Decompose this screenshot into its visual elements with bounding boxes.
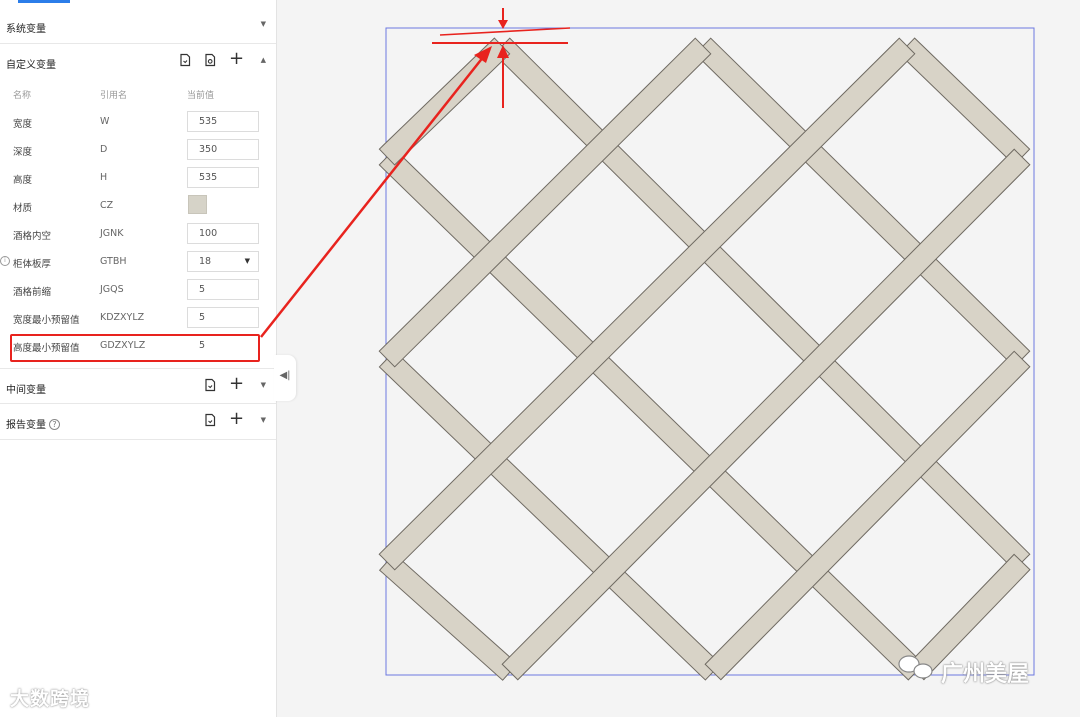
section-custom-variables[interactable]: 自定义变量 + ▲	[0, 44, 276, 80]
add-variable-button[interactable]: +	[229, 375, 244, 393]
variable-ref: H	[100, 172, 108, 183]
annotation-arrowhead	[498, 20, 508, 29]
variable-name: 材质	[13, 203, 33, 214]
variable-ref: JGQS	[100, 284, 124, 295]
column-header-value: 当前值	[187, 91, 215, 101]
lattice-strip	[898, 37, 1031, 166]
variable-row-min-width-reserve: 宽度最小预留值 KDZXYLZ 5	[0, 304, 276, 332]
variable-name: 宽度	[13, 119, 33, 130]
bounding-box	[385, 27, 1035, 676]
section-title: 系统变量	[6, 24, 46, 35]
section-title: 中间变量	[6, 385, 46, 396]
variable-name: 酒格内空	[13, 231, 52, 242]
chevron-up-icon[interactable]: ▲	[261, 56, 266, 64]
chevron-down-icon[interactable]: ▼	[261, 416, 266, 424]
variable-ref: GTBH	[100, 256, 127, 267]
import-icon[interactable]	[203, 413, 217, 427]
annotation-highlight-box	[10, 334, 260, 362]
watermark-right: 广州美屋	[941, 662, 1030, 687]
active-tab-indicator	[18, 0, 70, 3]
lattice-strip	[493, 37, 1031, 571]
variable-value-input[interactable]: 5	[187, 279, 259, 300]
variable-row-board-thickness: i 柜体板厚 GTBH 18 ▼	[0, 248, 276, 276]
section-system-variables[interactable]: 系统变量 ▼	[0, 8, 276, 44]
annotation-line	[439, 27, 571, 36]
section-middle-variables[interactable]: 中间变量 + ▼	[0, 368, 276, 404]
import-icon[interactable]	[203, 378, 217, 392]
lattice-strip	[694, 37, 1031, 368]
variable-row-inner-space: 酒格内空 JGNK 100	[0, 220, 276, 248]
lattice-strip	[378, 148, 925, 681]
watermark-left: 大数跨境	[10, 688, 91, 710]
info-icon[interactable]: i	[0, 256, 10, 266]
variable-name: 酒格前缩	[13, 287, 52, 298]
variable-value-select[interactable]: 18 ▼	[187, 251, 259, 272]
import-icon[interactable]	[178, 53, 192, 67]
annotation-arrowhead	[497, 45, 509, 58]
chevron-down-icon[interactable]: ▼	[261, 381, 266, 389]
variable-row-height: 高度 H 535	[0, 164, 276, 192]
lattice-strip	[378, 553, 519, 681]
variable-ref: D	[100, 144, 108, 155]
lattice-strip	[378, 37, 511, 166]
section-title: 报告变量?	[6, 416, 60, 431]
variable-row-front-inset: 酒格前缩 JGQS 5	[0, 276, 276, 304]
variable-value-input[interactable]: 5	[187, 307, 259, 328]
variable-value-input[interactable]: 535	[187, 111, 259, 132]
annotation-arrows	[260, 8, 571, 338]
variable-ref: KDZXYLZ	[100, 312, 145, 323]
lattice-strip	[378, 350, 722, 681]
variable-ref: CZ	[100, 200, 114, 211]
wechat-logo-icon	[898, 655, 933, 679]
section-title-text: 报告变量	[6, 420, 46, 431]
material-swatch[interactable]	[188, 195, 207, 214]
section-title: 自定义变量	[6, 60, 56, 71]
variable-ref: W	[100, 116, 110, 127]
export-icon[interactable]	[203, 53, 217, 67]
variable-value-input[interactable]: 100	[187, 223, 259, 244]
variable-row-material: 材质 CZ	[0, 192, 276, 220]
collapse-panel-button[interactable]: ◀|	[274, 355, 296, 401]
variable-value-input[interactable]: 535	[187, 167, 259, 188]
column-header-ref: 引用名	[100, 91, 128, 101]
help-icon[interactable]: ?	[49, 419, 60, 430]
wine-lattice	[378, 37, 1031, 681]
section-report-variables[interactable]: 报告变量? + ▼	[0, 404, 276, 440]
chevron-down-icon[interactable]: ▼	[261, 20, 266, 28]
annotation-pointer-line	[260, 55, 485, 338]
select-value: 18	[199, 256, 212, 267]
dropdown-arrow-icon: ▼	[244, 257, 250, 265]
annotation-arrowhead	[474, 46, 492, 63]
variable-row-depth: 深度 D 350	[0, 136, 276, 164]
variable-value-input[interactable]: 350	[187, 139, 259, 160]
variable-name: 深度	[13, 147, 33, 158]
column-header-name: 名称	[13, 91, 32, 101]
variable-ref: JGNK	[100, 228, 124, 239]
variable-name: 高度	[13, 175, 33, 186]
variable-name: 宽度最小预留值	[13, 315, 80, 326]
lattice-strip	[704, 350, 1031, 681]
add-variable-button[interactable]: +	[229, 410, 244, 428]
variables-panel: 系统变量 ▼ 自定义变量 + ▲ 名称 引用名 当前值 宽度 W 535 深度 …	[0, 0, 277, 717]
add-variable-button[interactable]: +	[229, 50, 244, 68]
variable-row-width: 宽度 W 535	[0, 108, 276, 136]
lattice-strip	[501, 148, 1031, 681]
variable-name: 柜体板厚	[13, 259, 52, 270]
lattice-strip	[378, 37, 916, 571]
lattice-strip	[378, 37, 712, 368]
